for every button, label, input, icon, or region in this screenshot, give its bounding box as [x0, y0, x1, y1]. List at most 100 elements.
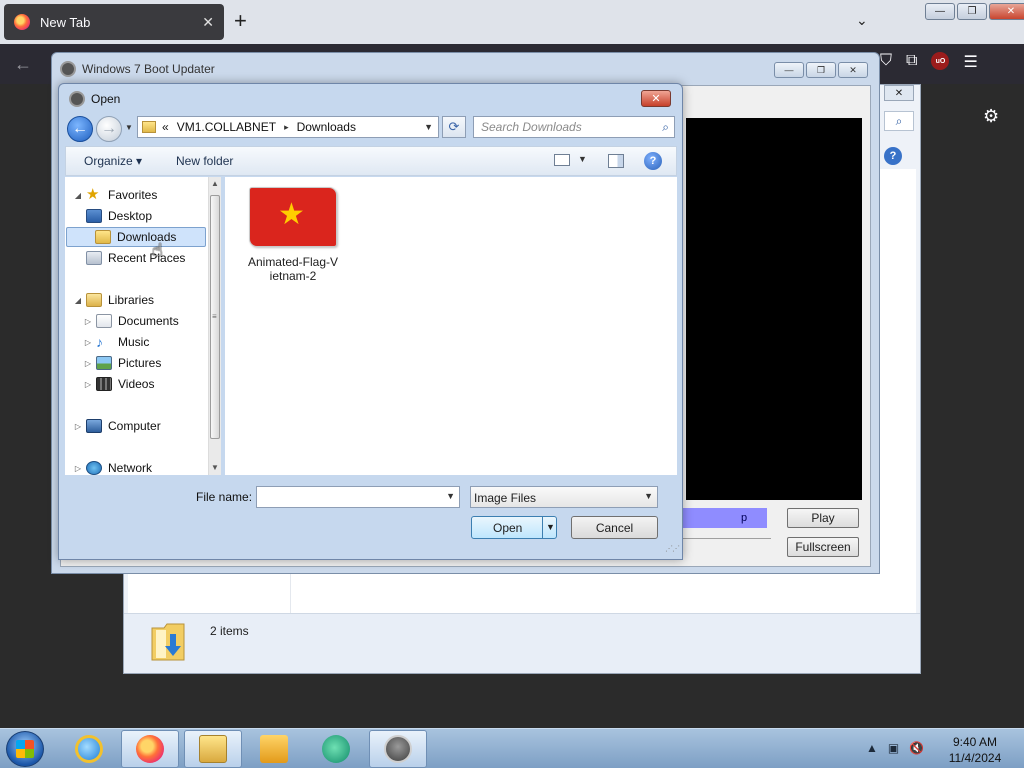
- gear-icon[interactable]: ⚙: [983, 106, 999, 127]
- taskbar-ie[interactable]: [60, 730, 118, 768]
- file-name-input[interactable]: ▼: [256, 486, 460, 508]
- taskbar-explorer[interactable]: [184, 730, 242, 768]
- restore-button[interactable]: ❐: [957, 3, 987, 20]
- open-button[interactable]: Open ▼: [471, 516, 557, 539]
- fullscreen-button[interactable]: Fullscreen: [787, 537, 859, 557]
- nav-videos[interactable]: ▷ Videos: [83, 374, 154, 394]
- search-icon[interactable]: ⌕: [662, 120, 669, 135]
- nav-label: Documents: [118, 314, 179, 328]
- nav-pictures[interactable]: ▷ Pictures: [83, 353, 161, 373]
- nav-label: Pictures: [118, 356, 162, 370]
- downloads-folder-icon: [151, 623, 185, 661]
- search-placeholder: Search Downloads: [481, 120, 582, 134]
- nav-libraries[interactable]: ◢ Libraries: [73, 290, 154, 310]
- item-count: 2 items: [210, 624, 249, 638]
- view-options-dropdown[interactable]: ▼: [578, 154, 587, 164]
- pocket-icon[interactable]: ⛉: [880, 52, 892, 72]
- tab-new-tab[interactable]: New Tab ✕: [4, 4, 224, 40]
- nav-documents[interactable]: ▷ Documents: [83, 311, 179, 331]
- taskbar-firefox[interactable]: [121, 730, 179, 768]
- explorer-help-icon[interactable]: ?: [884, 147, 902, 165]
- breadcrumb-vm1[interactable]: VM1.COLLABNET: [177, 120, 276, 134]
- updater-maximize-button[interactable]: ❐: [806, 62, 836, 78]
- file-list: ★ Animated-Flag-Vietnam-2: [225, 177, 677, 475]
- change-view-icon[interactable]: [554, 154, 570, 166]
- file-type-select[interactable]: Image Files ▼: [470, 486, 658, 508]
- updater-close-button[interactable]: ✕: [838, 62, 868, 78]
- nav-network[interactable]: ▷ Network: [73, 458, 152, 478]
- file-item[interactable]: ★ Animated-Flag-Vietnam-2: [243, 187, 343, 283]
- open-options-dropdown-icon[interactable]: ▼: [546, 522, 555, 532]
- start-button[interactable]: [6, 731, 44, 767]
- new-folder-button[interactable]: New folder: [176, 154, 233, 168]
- clock[interactable]: 9:40 AM 11/4/2024: [936, 734, 1014, 766]
- nav-downloads[interactable]: Downloads: [66, 227, 206, 247]
- extensions-icon[interactable]: ⧉: [906, 52, 917, 72]
- navigation-row: ← → ▼ « VM1.COLLABNET ▸ Downloads ▼ ⟳ Se…: [67, 114, 675, 142]
- explorer-search-icon[interactable]: ⌕: [884, 111, 914, 131]
- nav-label: Desktop: [108, 209, 153, 223]
- cancel-button[interactable]: Cancel: [571, 516, 658, 539]
- nav-favorites[interactable]: ◢ ★ Favorites: [73, 185, 157, 205]
- recent-locations-dropdown[interactable]: ▼: [125, 123, 133, 132]
- resize-grip-icon[interactable]: ⋰⋰: [665, 544, 680, 553]
- menu-icon[interactable]: ☰: [963, 52, 977, 72]
- show-hidden-icons-icon[interactable]: ▲: [866, 741, 878, 755]
- tab-close-icon[interactable]: ✕: [202, 14, 214, 31]
- updater-minimize-button[interactable]: —: [774, 62, 804, 78]
- divider: [290, 569, 291, 617]
- star-icon: ★: [278, 198, 305, 231]
- organize-button[interactable]: Organize ▾: [84, 154, 142, 168]
- nav-recent-places[interactable]: Recent Places: [86, 248, 185, 268]
- expand-icon[interactable]: ▷: [83, 359, 93, 368]
- expand-icon[interactable]: ▷: [83, 338, 93, 347]
- progress-text: p: [741, 512, 748, 524]
- forward-button[interactable]: →: [96, 116, 122, 142]
- new-tab-button[interactable]: +: [234, 10, 247, 32]
- expand-icon[interactable]: ▷: [73, 422, 83, 431]
- nav-desktop[interactable]: Desktop: [86, 206, 152, 226]
- close-button[interactable]: ✕: [989, 3, 1024, 20]
- nav-scrollbar[interactable]: ▲ ≡ ▼: [208, 177, 221, 475]
- file-name-dropdown-icon[interactable]: ▼: [446, 491, 455, 501]
- taskbar-boot-updater[interactable]: [369, 730, 427, 768]
- nav-computer[interactable]: ▷ Computer: [73, 416, 161, 436]
- network-icon: [86, 461, 102, 475]
- refresh-icon[interactable]: ⟳: [442, 116, 466, 138]
- help-icon[interactable]: ?: [644, 152, 662, 170]
- scroll-down-icon[interactable]: ▼: [211, 463, 219, 472]
- nav-music[interactable]: ▷ ♪ Music: [83, 332, 149, 352]
- ublock-icon[interactable]: uO: [931, 52, 950, 70]
- volume-muted-icon[interactable]: 🔇: [909, 741, 924, 755]
- back-arrow-icon[interactable]: ←: [14, 54, 32, 75]
- back-button[interactable]: ←: [67, 116, 93, 142]
- tab-list-icon[interactable]: ⌄: [856, 12, 868, 29]
- expand-icon[interactable]: ▷: [83, 380, 93, 389]
- breadcrumb-overflow[interactable]: «: [162, 120, 169, 134]
- file-name: Animated-Flag-Vietnam-2: [247, 255, 339, 283]
- address-bar[interactable]: « VM1.COLLABNET ▸ Downloads ▼: [137, 116, 439, 138]
- nav-label: Downloads: [117, 230, 177, 244]
- preview-pane-icon[interactable]: [608, 154, 624, 168]
- expand-icon[interactable]: ▷: [83, 317, 93, 326]
- address-dropdown-icon[interactable]: ▼: [424, 122, 433, 132]
- taskbar-media-player[interactable]: [245, 730, 303, 768]
- desktop-icon: [86, 209, 102, 223]
- minimize-button[interactable]: —: [925, 3, 955, 20]
- play-button[interactable]: Play: [787, 508, 859, 528]
- libraries-icon: [86, 293, 102, 307]
- media-player-icon: [260, 735, 288, 763]
- search-input[interactable]: Search Downloads ⌕: [473, 116, 675, 138]
- dialog-close-button[interactable]: ✕: [641, 90, 671, 107]
- breadcrumb-separator[interactable]: ▸: [284, 122, 289, 133]
- breadcrumb-downloads[interactable]: Downloads: [297, 120, 356, 134]
- collapse-icon[interactable]: ◢: [73, 296, 83, 305]
- network-icon[interactable]: ▣: [888, 741, 899, 755]
- explorer-close-icon[interactable]: ✕: [884, 85, 914, 101]
- expand-icon[interactable]: ▷: [73, 464, 83, 473]
- scroll-up-icon[interactable]: ▲: [211, 179, 219, 188]
- collapse-icon[interactable]: ◢: [73, 191, 83, 200]
- taskbar-app[interactable]: [307, 730, 365, 768]
- file-type-value: Image Files: [474, 491, 537, 505]
- file-type-dropdown-icon[interactable]: ▼: [644, 491, 653, 501]
